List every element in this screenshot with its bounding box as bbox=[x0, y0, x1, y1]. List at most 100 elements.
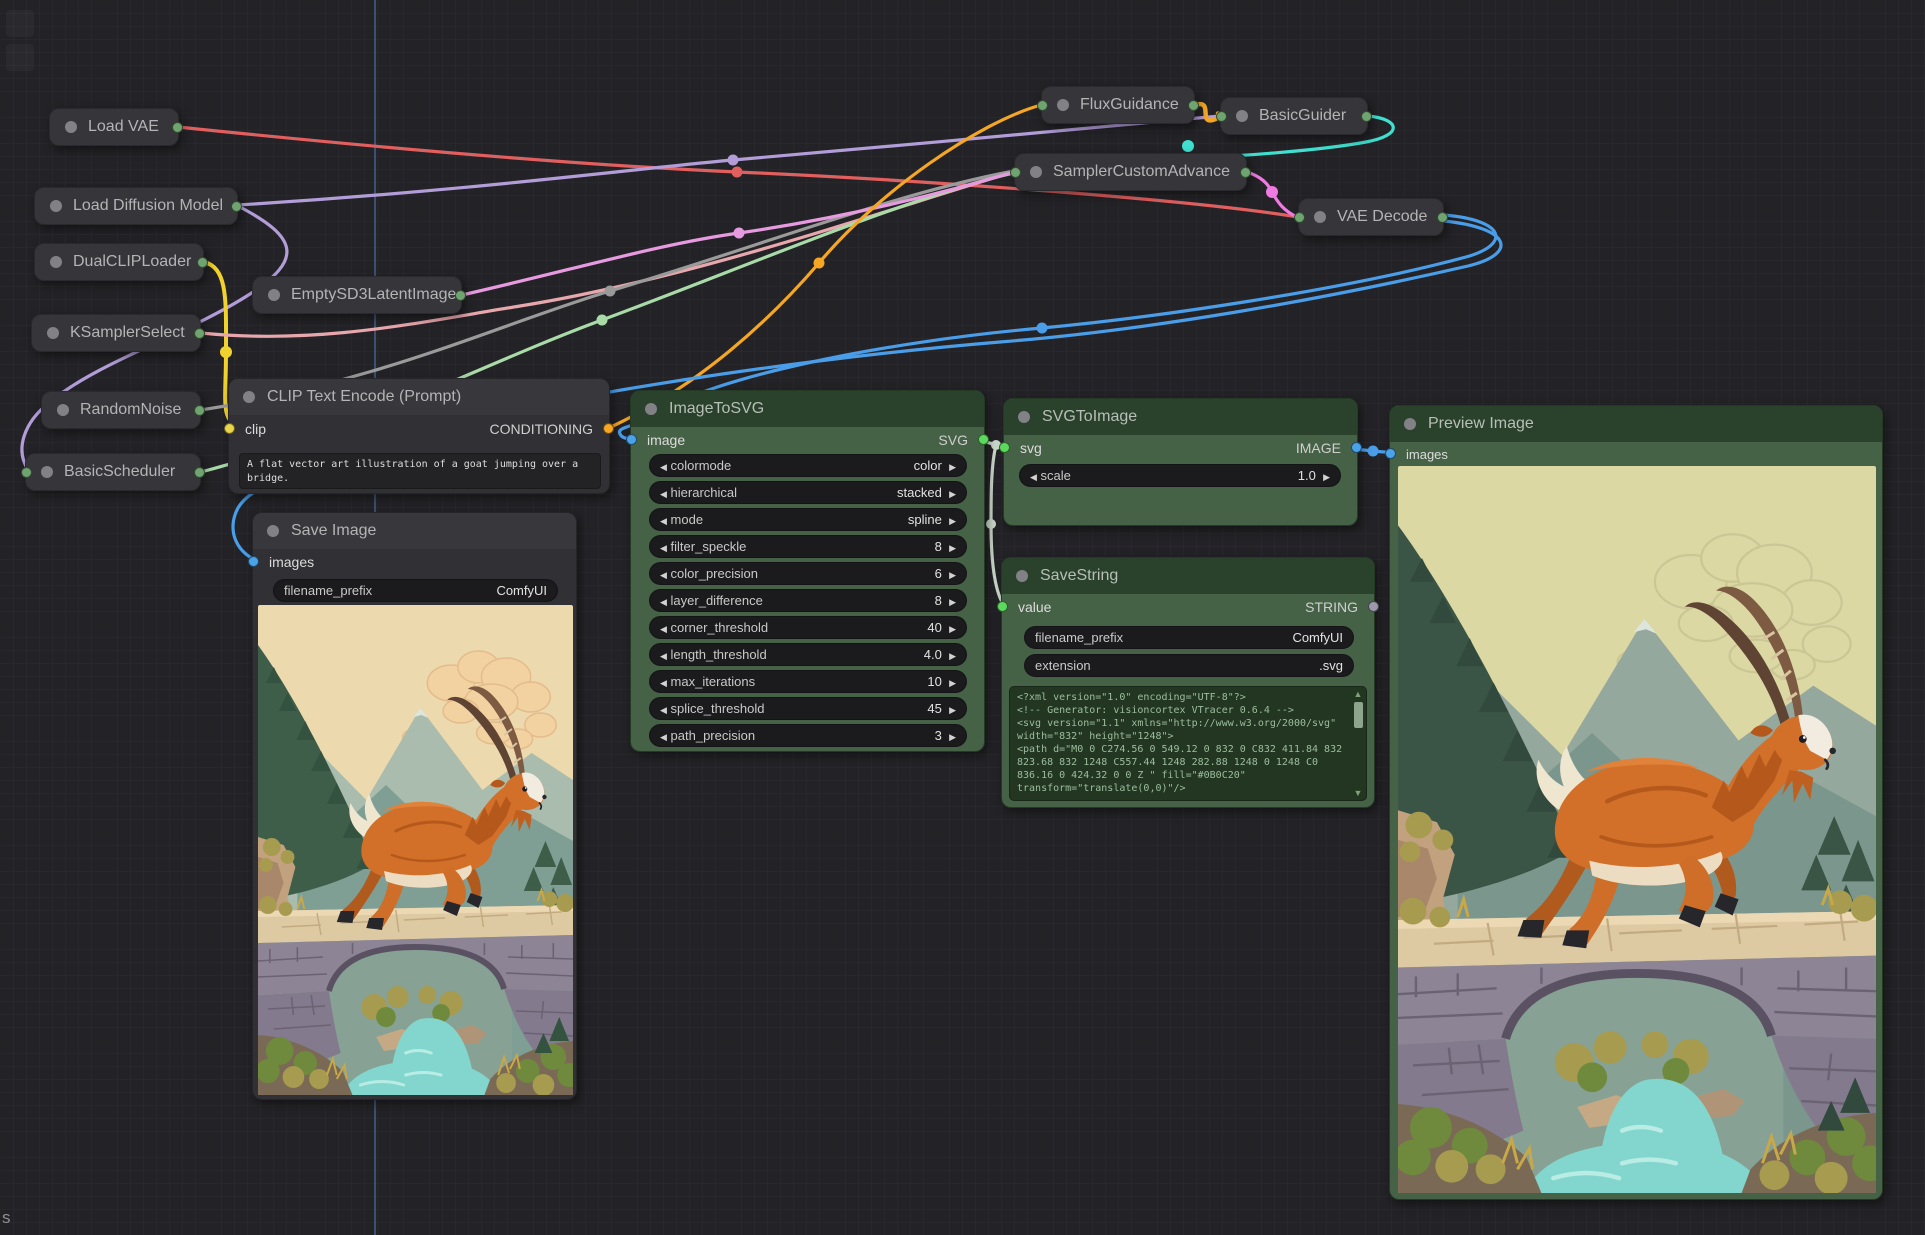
scroll-down-icon[interactable]: ▼ bbox=[1354, 788, 1363, 798]
model-output-port[interactable] bbox=[231, 201, 242, 212]
image-input-port[interactable] bbox=[626, 434, 637, 445]
color-precision-widget[interactable]: ◀ color_precision6 ▶ bbox=[649, 562, 967, 585]
filename-prefix-widget[interactable]: filename_prefix ComfyUI bbox=[273, 579, 558, 602]
decrement-arrow-icon[interactable]: ◀ bbox=[660, 489, 667, 499]
node-header[interactable]: Save Image bbox=[253, 513, 576, 549]
filter-speckle-widget[interactable]: ◀ filter_speckle8 ▶ bbox=[649, 535, 967, 558]
node-header[interactable]: Preview Image bbox=[1390, 406, 1882, 442]
increment-arrow-icon[interactable]: ▶ bbox=[949, 597, 956, 607]
decrement-arrow-icon[interactable]: ◀ bbox=[660, 678, 667, 688]
layer-difference-widget[interactable]: ◀ layer_difference8 ▶ bbox=[649, 589, 967, 612]
node-vae-decode[interactable]: VAE Decode bbox=[1298, 198, 1444, 236]
decrement-arrow-icon[interactable]: ◀ bbox=[660, 732, 667, 742]
collapse-dot-icon[interactable] bbox=[1018, 411, 1030, 423]
prompt-textarea[interactable]: A flat vector art illustration of a goat… bbox=[239, 453, 601, 489]
model-input-port[interactable] bbox=[21, 467, 32, 478]
svg-input-port[interactable] bbox=[999, 442, 1010, 453]
extension-widget[interactable]: extension .svg bbox=[1024, 654, 1354, 677]
increment-arrow-icon[interactable]: ▶ bbox=[949, 651, 956, 661]
clip-output-port[interactable] bbox=[197, 257, 208, 268]
collapse-dot-icon[interactable] bbox=[50, 256, 62, 268]
images-input-port[interactable] bbox=[1385, 448, 1396, 459]
filename-prefix-widget[interactable]: filename_prefix ComfyUI bbox=[1024, 626, 1354, 649]
node-random-noise[interactable]: RandomNoise bbox=[41, 391, 201, 429]
increment-arrow-icon[interactable]: ▶ bbox=[949, 705, 956, 715]
increment-arrow-icon[interactable]: ▶ bbox=[949, 462, 956, 472]
node-basic-guider[interactable]: BasicGuider bbox=[1220, 97, 1368, 135]
conditioning-output-port[interactable] bbox=[1188, 100, 1199, 111]
noise-output-port[interactable] bbox=[194, 405, 205, 416]
svg-string-textarea[interactable]: <?xml version="1.0" encoding="UTF-8"?> <… bbox=[1009, 686, 1367, 801]
guider-output-port[interactable] bbox=[1361, 111, 1372, 122]
decrement-arrow-icon[interactable]: ◀ bbox=[660, 597, 667, 607]
node-header[interactable]: SVGToImage bbox=[1004, 399, 1357, 435]
collapse-dot-icon[interactable] bbox=[57, 404, 69, 416]
image-output-port[interactable] bbox=[1351, 442, 1362, 453]
images-input-port[interactable] bbox=[248, 556, 259, 567]
node-load-diffusion-model[interactable]: Load Diffusion Model bbox=[34, 187, 238, 225]
splice-threshold-widget[interactable]: ◀ splice_threshold45 ▶ bbox=[649, 697, 967, 720]
collapse-dot-icon[interactable] bbox=[1016, 570, 1028, 582]
increment-arrow-icon[interactable]: ▶ bbox=[949, 489, 956, 499]
colormode-widget[interactable]: ◀ colormodecolor ▶ bbox=[649, 454, 967, 477]
node-header[interactable]: SaveString bbox=[1002, 558, 1374, 594]
decrement-arrow-icon[interactable]: ◀ bbox=[1030, 472, 1037, 482]
collapse-dot-icon[interactable] bbox=[1404, 418, 1416, 430]
node-flux-guidance[interactable]: FluxGuidance bbox=[1041, 86, 1195, 124]
collapse-dot-icon[interactable] bbox=[267, 525, 279, 537]
corner-threshold-widget[interactable]: ◀ corner_threshold40 ▶ bbox=[649, 616, 967, 639]
collapse-dot-icon[interactable] bbox=[243, 391, 255, 403]
decrement-arrow-icon[interactable]: ◀ bbox=[660, 543, 667, 553]
node-header[interactable]: CLIP Text Encode (Prompt) bbox=[229, 379, 609, 415]
increment-arrow-icon[interactable]: ▶ bbox=[1323, 472, 1330, 482]
decrement-arrow-icon[interactable]: ◀ bbox=[660, 705, 667, 715]
image-output-port[interactable] bbox=[1437, 212, 1448, 223]
length-threshold-widget[interactable]: ◀ length_threshold4.0 ▶ bbox=[649, 643, 967, 666]
node-image-to-svg[interactable]: ImageToSVG image SVG ◀ colormodecolor ▶ … bbox=[630, 390, 985, 752]
node-dual-clip-loader[interactable]: DualCLIPLoader bbox=[34, 243, 204, 281]
node-preview-image[interactable]: Preview Image images bbox=[1389, 405, 1883, 1200]
scale-widget[interactable]: ◀ scale 1.0 ▶ bbox=[1019, 464, 1341, 487]
node-load-vae[interactable]: Load VAE bbox=[49, 108, 179, 146]
collapse-dot-icon[interactable] bbox=[47, 327, 59, 339]
decrement-arrow-icon[interactable]: ◀ bbox=[660, 624, 667, 634]
node-basic-scheduler[interactable]: BasicScheduler bbox=[25, 453, 201, 491]
decrement-arrow-icon[interactable]: ◀ bbox=[660, 516, 667, 526]
mode-widget[interactable]: ◀ modespline ▶ bbox=[649, 508, 967, 531]
node-clip-text-encode[interactable]: CLIP Text Encode (Prompt) clip CONDITION… bbox=[228, 378, 610, 494]
conditioning-output-port[interactable] bbox=[603, 423, 614, 434]
sigmas-output-port[interactable] bbox=[194, 467, 205, 478]
value-input-port[interactable] bbox=[997, 601, 1008, 612]
preview-image-output[interactable] bbox=[1398, 466, 1876, 1193]
guider-input-port[interactable] bbox=[1216, 111, 1227, 122]
collapse-dot-icon[interactable] bbox=[1236, 110, 1248, 122]
collapse-dot-icon[interactable] bbox=[41, 466, 53, 478]
collapse-dot-icon[interactable] bbox=[1314, 211, 1326, 223]
collapse-dot-icon[interactable] bbox=[1030, 166, 1042, 178]
increment-arrow-icon[interactable]: ▶ bbox=[949, 516, 956, 526]
collapse-dot-icon[interactable] bbox=[268, 289, 280, 301]
textarea-scrollbar[interactable]: ▲ ▼ bbox=[1352, 689, 1364, 798]
increment-arrow-icon[interactable]: ▶ bbox=[949, 678, 956, 688]
decrement-arrow-icon[interactable]: ◀ bbox=[660, 570, 667, 580]
increment-arrow-icon[interactable]: ▶ bbox=[949, 570, 956, 580]
node-sampler-custom-advance[interactable]: SamplerCustomAdvance bbox=[1014, 153, 1247, 191]
node-header[interactable]: ImageToSVG bbox=[631, 391, 984, 427]
vae-output-port[interactable] bbox=[172, 122, 183, 133]
scrollbar-thumb[interactable] bbox=[1354, 702, 1363, 728]
sampler-output-port[interactable] bbox=[194, 328, 205, 339]
clip-input-port[interactable] bbox=[224, 423, 235, 434]
increment-arrow-icon[interactable]: ▶ bbox=[949, 732, 956, 742]
latent-output-port[interactable] bbox=[455, 290, 466, 301]
decrement-arrow-icon[interactable]: ◀ bbox=[660, 462, 667, 472]
sampler-inputs-port[interactable] bbox=[1010, 167, 1021, 178]
collapse-dot-icon[interactable] bbox=[1057, 99, 1069, 111]
max-iterations-widget[interactable]: ◀ max_iterations10 ▶ bbox=[649, 670, 967, 693]
increment-arrow-icon[interactable]: ▶ bbox=[949, 543, 956, 553]
string-output-port[interactable] bbox=[1368, 601, 1379, 612]
increment-arrow-icon[interactable]: ▶ bbox=[949, 624, 956, 634]
node-ksampler-select[interactable]: KSamplerSelect bbox=[31, 314, 201, 352]
path-precision-widget[interactable]: ◀ path_precision3 ▶ bbox=[649, 724, 967, 747]
decrement-arrow-icon[interactable]: ◀ bbox=[660, 651, 667, 661]
samples-input-port[interactable] bbox=[1294, 212, 1305, 223]
